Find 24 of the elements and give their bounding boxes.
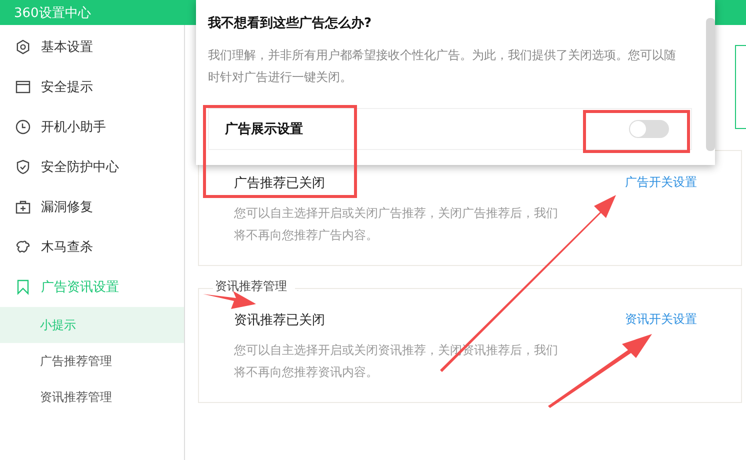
bookmark-icon — [15, 279, 31, 295]
status-title: 广告推荐已关闭 — [234, 175, 326, 192]
window-title: 360设置中心 — [13, 4, 91, 22]
setting-label: 广告展示设置 — [225, 120, 303, 138]
sidebar-item[interactable]: 开机小助手 — [0, 107, 184, 147]
status-title: 资讯推荐已关闭 — [234, 312, 326, 329]
gear-icon — [15, 39, 31, 55]
window-icon — [15, 79, 31, 95]
toggle-switch[interactable] — [629, 120, 669, 138]
clock-icon — [15, 119, 31, 135]
section-legend: 资讯推荐管理 — [213, 278, 295, 295]
sidebar-item[interactable]: 木马查杀 — [0, 227, 184, 267]
sidebar-item[interactable]: 安全防护中心 — [0, 147, 184, 187]
sidebar-item[interactable]: 安全提示 — [0, 67, 184, 107]
sidebar-subitem[interactable]: 广告推荐管理 — [0, 343, 184, 379]
status-description: 您可以自主选择开启或关闭广告推荐，关闭广告推荐后，我们将不再向您推荐广告内容。 — [234, 205, 559, 244]
popup-title: 我不想看到这些广告怎么办? — [208, 14, 373, 32]
annotation-arrow — [203, 291, 256, 309]
sidebar-subitem[interactable]: 资讯推荐管理 — [0, 379, 184, 415]
medical-kit-icon — [15, 199, 31, 215]
sidebar-item[interactable]: 漏洞修复 — [0, 187, 184, 227]
shield-icon — [15, 159, 31, 175]
sidebar-item[interactable]: 基本设置 — [0, 27, 184, 67]
popup-description: 我们理解，并非所有用户都希望接收个性化广告。为此，我们提供了关闭选项。您可以随时针对广告进行一键关闭。 — [208, 47, 677, 86]
